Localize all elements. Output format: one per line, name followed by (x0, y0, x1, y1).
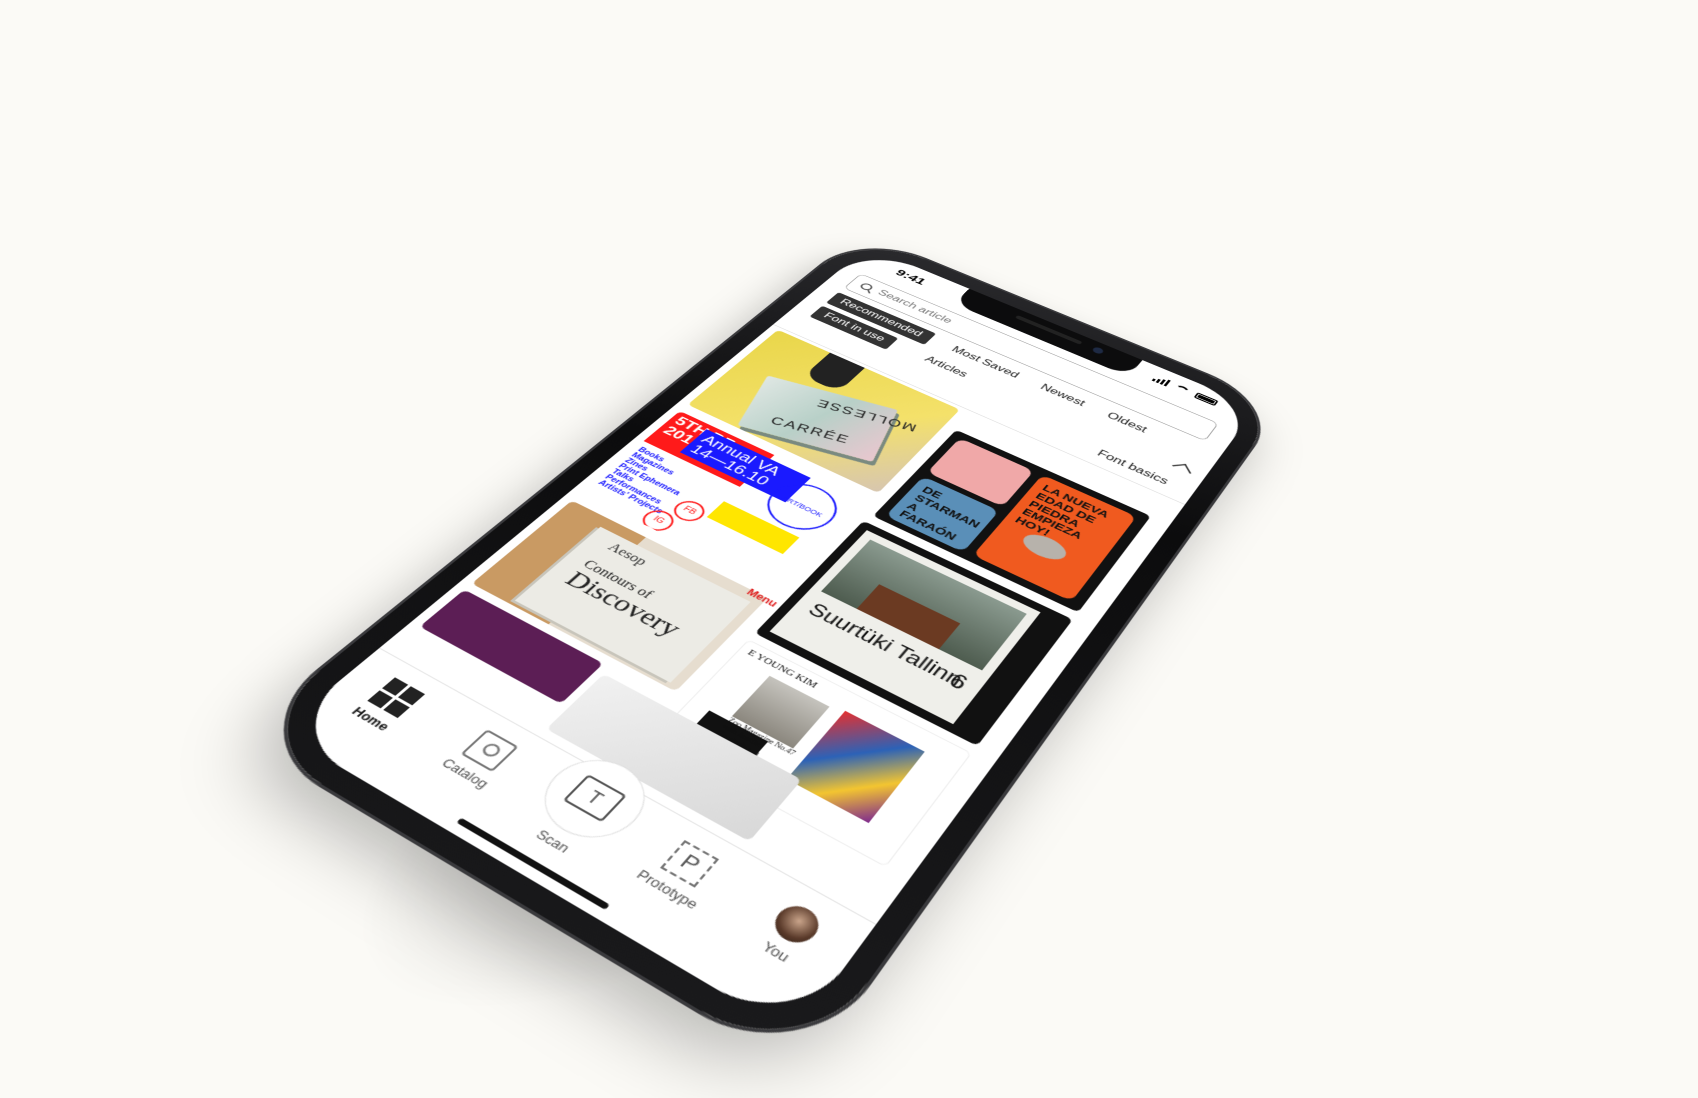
status-time: 9:41 (892, 267, 929, 287)
tab-scan[interactable]: T Scan (508, 745, 665, 870)
wifi-icon (1173, 384, 1191, 395)
tab-prototype[interactable]: P Prototype (621, 827, 743, 919)
tab-you-label: You (758, 938, 794, 966)
carree-text: CARRÉE (768, 414, 853, 446)
scan-text-icon: T (562, 774, 627, 823)
front-camera (1091, 346, 1105, 355)
fb-badge: FB (668, 497, 711, 526)
battery-icon (1193, 392, 1219, 407)
tab-home[interactable]: Home (329, 666, 445, 745)
tab-catalog[interactable]: Catalog (422, 717, 540, 800)
plant-pot (803, 352, 865, 392)
signal-icon (1151, 375, 1171, 387)
stage: 9:41 Search article Recommended Most Sav… (0, 0, 1698, 1098)
tab-you[interactable]: You (728, 886, 852, 983)
phone-mockup: 9:41 Search article Recommended Most Sav… (239, 233, 1282, 1073)
search-icon (858, 282, 875, 292)
